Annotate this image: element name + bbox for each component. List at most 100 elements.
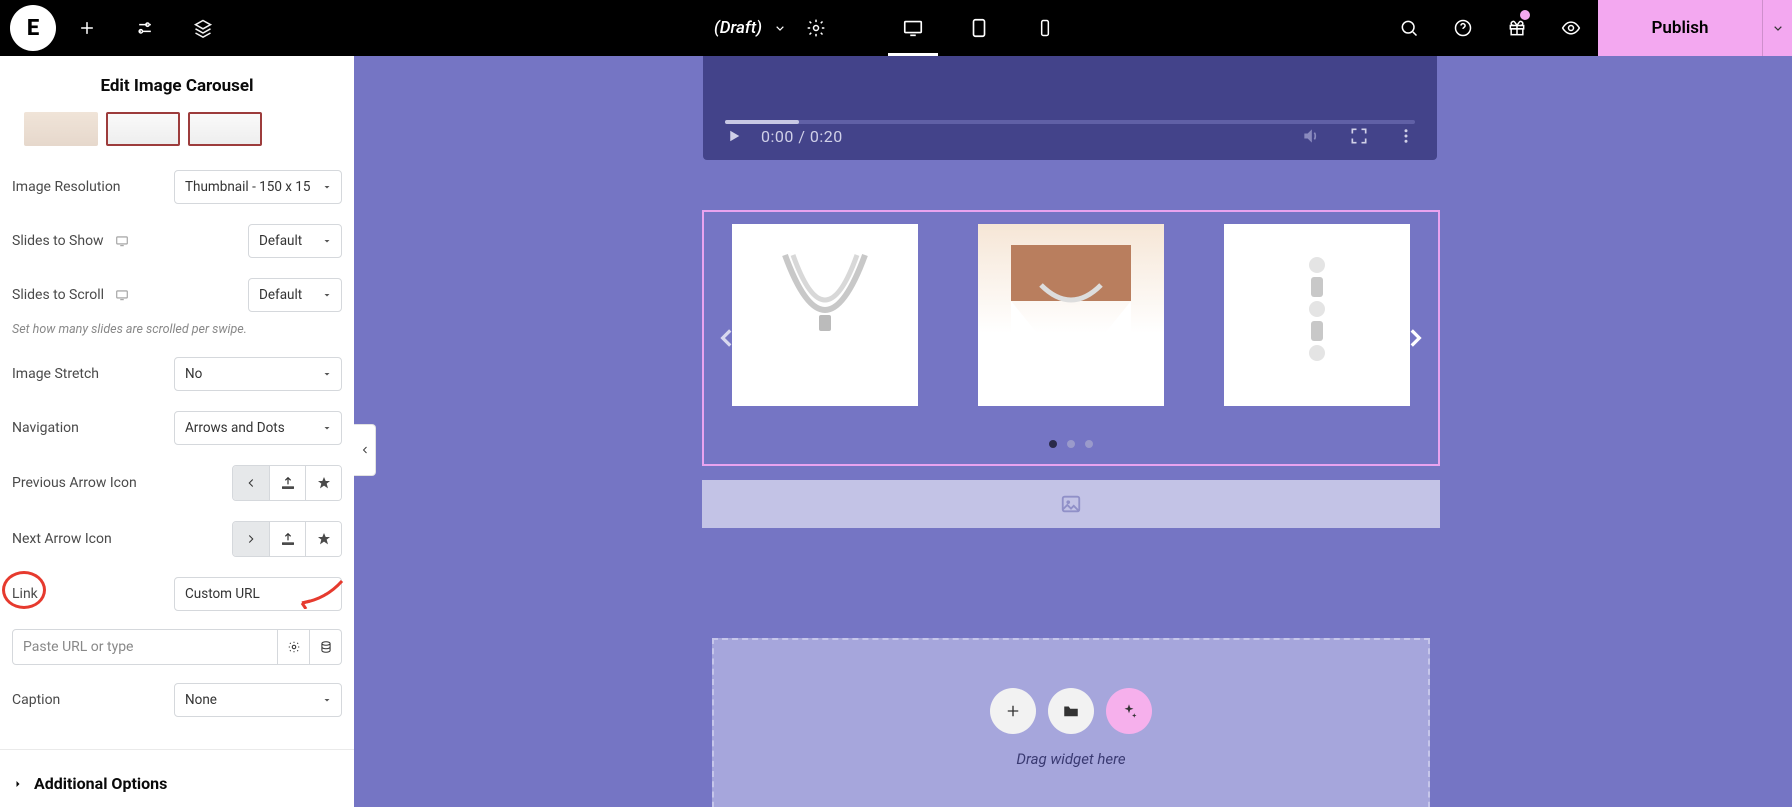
volume-icon[interactable] (1301, 126, 1321, 146)
help-button[interactable] (1436, 0, 1490, 56)
link-select[interactable]: Custom URL (174, 577, 342, 611)
add-element-button[interactable] (60, 0, 114, 56)
icon-preview-button[interactable] (233, 466, 269, 500)
topbar-left: E (0, 0, 230, 56)
url-options-button[interactable] (278, 629, 310, 665)
image-resolution-select[interactable]: Thumbnail - 150 x 15 (174, 170, 342, 204)
empty-container-dropzone[interactable]: Drag widget here (712, 638, 1430, 807)
image-placeholder-widget[interactable] (702, 480, 1440, 528)
carousel-slide[interactable] (732, 224, 918, 406)
add-template-button[interactable] (1048, 688, 1094, 734)
control-label: Caption (12, 692, 60, 708)
select-value: Arrows and Dots (185, 420, 285, 436)
slides-to-show-select[interactable]: Default (248, 224, 342, 258)
desktop-icon[interactable] (114, 234, 130, 248)
gear-icon (806, 18, 826, 38)
additional-options-section[interactable]: Additional Options (0, 762, 354, 807)
page-settings-button[interactable] (794, 0, 838, 56)
control-label: Link (12, 586, 38, 602)
icon-upload-button[interactable] (269, 466, 305, 500)
icon-library-button[interactable] (305, 466, 341, 500)
dynamic-tags-button[interactable] (310, 629, 342, 665)
control-next-arrow: Next Arrow Icon (0, 511, 354, 567)
chain-image-icon (1257, 245, 1377, 385)
carousel-dot[interactable] (1049, 440, 1057, 448)
structure-button[interactable] (176, 0, 230, 56)
video-progress-bar[interactable] (725, 120, 1415, 124)
carousel-dot[interactable] (1085, 440, 1093, 448)
eye-icon (1561, 18, 1581, 38)
topbar: E (Draft) (0, 0, 1792, 56)
gallery-thumbnails[interactable] (0, 112, 354, 160)
carousel-dot[interactable] (1067, 440, 1075, 448)
caption-select[interactable]: None (174, 683, 342, 717)
image-carousel-widget[interactable] (702, 210, 1440, 466)
layers-icon (193, 18, 213, 38)
device-desktop-tab[interactable] (880, 0, 946, 56)
select-value: Thumbnail - 150 x 15 (185, 179, 310, 195)
sparkle-icon (1120, 702, 1138, 720)
carousel-prev-button[interactable] (714, 325, 740, 351)
control-label: Next Arrow Icon (12, 531, 112, 547)
section-label: Additional Options (34, 774, 167, 793)
device-tablet-tab[interactable] (946, 0, 1012, 56)
url-placeholder: Paste URL or type (23, 639, 133, 655)
control-slides-to-scroll: Slides to Scroll Default (0, 268, 354, 322)
chevron-left-icon (359, 444, 371, 456)
whats-new-button[interactable] (1490, 0, 1544, 56)
editor-canvas[interactable]: 0:00 / 0:20 (354, 56, 1792, 807)
more-icon[interactable] (1397, 127, 1415, 145)
gallery-thumb[interactable] (188, 112, 262, 146)
caret-down-icon (321, 694, 333, 706)
elementor-logo[interactable]: E (10, 5, 56, 51)
document-status-label[interactable]: (Draft) (714, 18, 762, 38)
image-stretch-select[interactable]: No (174, 357, 342, 391)
carousel-slide[interactable] (1224, 224, 1410, 406)
gallery-thumb[interactable] (24, 112, 98, 146)
caret-down-icon (321, 588, 333, 600)
folder-icon (1062, 702, 1080, 720)
publish-button[interactable]: Publish (1598, 0, 1762, 56)
preview-button[interactable] (1544, 0, 1598, 56)
video-widget[interactable]: 0:00 / 0:20 (703, 56, 1437, 160)
caret-down-icon (321, 289, 333, 301)
site-settings-button[interactable] (118, 0, 172, 56)
url-input[interactable]: Paste URL or type (12, 629, 278, 665)
tablet-icon (968, 17, 990, 39)
control-label: Slides to Scroll (12, 287, 104, 303)
database-icon (319, 640, 333, 654)
chevron-right-icon (1402, 325, 1428, 351)
navigation-select[interactable]: Arrows and Dots (174, 411, 342, 445)
icon-preview-button[interactable] (233, 522, 269, 556)
gallery-thumb[interactable] (106, 112, 180, 146)
icon-library-button[interactable] (305, 522, 341, 556)
chevron-down-icon[interactable] (772, 20, 788, 36)
play-icon[interactable] (725, 127, 743, 145)
gift-icon (1507, 18, 1527, 38)
icon-upload-button[interactable] (269, 522, 305, 556)
finder-button[interactable] (1382, 0, 1436, 56)
control-slides-to-show: Slides to Show Default (0, 214, 354, 268)
image-icon (1060, 493, 1082, 515)
dropzone-buttons (990, 688, 1152, 734)
video-right-controls (1301, 126, 1415, 146)
carousel-next-button[interactable] (1402, 325, 1428, 351)
model-image-icon (1011, 245, 1131, 385)
control-label-group: Slides to Scroll (12, 287, 130, 303)
add-widget-button[interactable] (990, 688, 1036, 734)
ai-button[interactable] (1106, 688, 1152, 734)
collapse-panel-button[interactable] (354, 424, 376, 476)
desktop-icon[interactable] (114, 288, 130, 302)
video-time-label: 0:00 / 0:20 (761, 127, 843, 146)
slides-to-scroll-select[interactable]: Default (248, 278, 342, 312)
publish-options-button[interactable] (1762, 0, 1792, 56)
fullscreen-icon[interactable] (1349, 126, 1369, 146)
publish-label: Publish (1651, 18, 1708, 38)
star-icon (316, 531, 332, 547)
responsive-tabs (880, 0, 1078, 56)
section-divider (0, 749, 354, 750)
control-label: Image Stretch (12, 366, 99, 382)
device-mobile-tab[interactable] (1012, 0, 1078, 56)
select-value: No (185, 366, 202, 382)
carousel-slide[interactable] (978, 224, 1164, 406)
